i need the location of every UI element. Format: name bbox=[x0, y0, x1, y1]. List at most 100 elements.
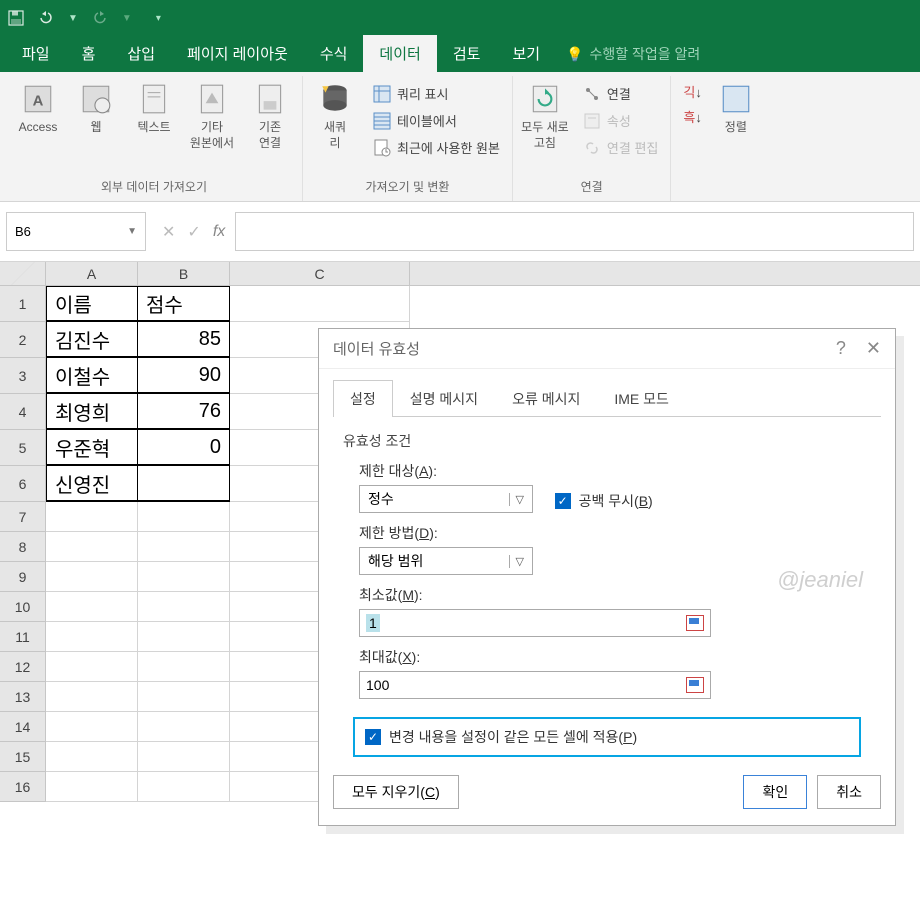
tab-home[interactable]: 홈 bbox=[66, 35, 112, 72]
clear-all-button[interactable]: 모두 지우기(C) bbox=[333, 775, 459, 809]
row-header-16[interactable]: 16 bbox=[0, 772, 46, 802]
sort-desc-button[interactable]: 흑↓ bbox=[683, 107, 701, 126]
recent-sources-button[interactable]: 최근에 사용한 원본 bbox=[369, 136, 504, 159]
cell-A14[interactable] bbox=[46, 712, 138, 742]
cell-A12[interactable] bbox=[46, 652, 138, 682]
col-header-B[interactable]: B bbox=[138, 262, 230, 285]
cell-A13[interactable] bbox=[46, 682, 138, 712]
row-header-13[interactable]: 13 bbox=[0, 682, 46, 712]
dialog-titlebar[interactable]: 데이터 유효성 ? ✕ bbox=[319, 329, 895, 369]
name-box[interactable]: B6 ▼ bbox=[6, 212, 146, 251]
cell-B15[interactable] bbox=[138, 742, 230, 772]
cell-B8[interactable] bbox=[138, 532, 230, 562]
dialog-close-icon[interactable]: ✕ bbox=[866, 338, 881, 359]
fx-icon[interactable]: fx bbox=[213, 223, 225, 241]
existing-conn-button[interactable]: 기존 연결 bbox=[246, 82, 294, 151]
undo-dropdown-icon[interactable]: ▼ bbox=[68, 13, 78, 24]
apply-all-checkbox[interactable]: ✓ 변경 내용을 설정이 같은 모든 셀에 적용(P) bbox=[365, 727, 637, 747]
tab-review[interactable]: 검토 bbox=[437, 35, 497, 72]
row-header-4[interactable]: 4 bbox=[0, 394, 46, 430]
cell-B6[interactable] bbox=[138, 466, 230, 502]
cell-B3[interactable]: 90 bbox=[138, 358, 230, 394]
range-picker-icon[interactable] bbox=[686, 615, 704, 631]
dialog-tab-ime[interactable]: IME 모드 bbox=[597, 380, 686, 417]
cell-B13[interactable] bbox=[138, 682, 230, 712]
min-input[interactable]: 1 bbox=[359, 609, 711, 637]
row-header-3[interactable]: 3 bbox=[0, 358, 46, 394]
from-web-button[interactable]: 웹 bbox=[72, 82, 120, 136]
redo-icon[interactable] bbox=[92, 10, 108, 26]
cell-B1[interactable]: 점수 bbox=[138, 286, 230, 322]
ok-button[interactable]: 확인 bbox=[743, 775, 807, 809]
cell-B11[interactable] bbox=[138, 622, 230, 652]
cell-B5[interactable]: 0 bbox=[138, 430, 230, 466]
dialog-help-icon[interactable]: ? bbox=[836, 338, 846, 359]
cell-B2[interactable]: 85 bbox=[138, 322, 230, 358]
row-header-11[interactable]: 11 bbox=[0, 622, 46, 652]
new-query-button[interactable]: 새쿼 리 bbox=[311, 82, 359, 151]
dialog-tab-settings[interactable]: 설정 bbox=[333, 380, 393, 417]
tab-file[interactable]: 파일 bbox=[6, 35, 66, 72]
sort-button[interactable]: 정렬 bbox=[712, 82, 760, 136]
cell-A2[interactable]: 김진수 bbox=[46, 322, 138, 358]
row-header-1[interactable]: 1 bbox=[0, 286, 46, 322]
qat-customize-icon[interactable]: ▾ bbox=[156, 13, 161, 24]
cell-A11[interactable] bbox=[46, 622, 138, 652]
cell-B14[interactable] bbox=[138, 712, 230, 742]
show-queries-button[interactable]: 쿼리 표시 bbox=[369, 82, 504, 105]
cell-A16[interactable] bbox=[46, 772, 138, 802]
edit-links-button[interactable]: 연결 편집 bbox=[579, 136, 662, 159]
from-other-button[interactable]: 기타 원본에서 bbox=[188, 82, 236, 151]
row-header-12[interactable]: 12 bbox=[0, 652, 46, 682]
dialog-tab-input-msg[interactable]: 설명 메시지 bbox=[393, 380, 495, 417]
row-header-6[interactable]: 6 bbox=[0, 466, 46, 502]
redo-dropdown-icon[interactable]: ▼ bbox=[122, 13, 132, 24]
tab-data[interactable]: 데이터 bbox=[363, 35, 436, 72]
cell-B9[interactable] bbox=[138, 562, 230, 592]
cancel-button[interactable]: 취소 bbox=[817, 775, 881, 809]
cell-B16[interactable] bbox=[138, 772, 230, 802]
from-table-button[interactable]: 테이블에서 bbox=[369, 109, 504, 132]
tab-insert[interactable]: 삽입 bbox=[111, 35, 171, 72]
tell-me[interactable]: 💡 수행할 작업을 알려 bbox=[556, 36, 710, 72]
allow-select[interactable]: 정수 ▽ bbox=[359, 485, 533, 513]
undo-icon[interactable] bbox=[38, 10, 54, 26]
tab-formulas[interactable]: 수식 bbox=[304, 35, 364, 72]
range-picker-icon[interactable] bbox=[686, 677, 704, 693]
cell-A5[interactable]: 우준혁 bbox=[46, 430, 138, 466]
row-header-8[interactable]: 8 bbox=[0, 532, 46, 562]
max-input[interactable]: 100 bbox=[359, 671, 711, 699]
cell-A10[interactable] bbox=[46, 592, 138, 622]
cell-B12[interactable] bbox=[138, 652, 230, 682]
enter-formula-icon[interactable]: ✓ bbox=[187, 222, 200, 242]
refresh-all-button[interactable]: 모두 새로 고침 bbox=[521, 82, 569, 151]
save-icon[interactable] bbox=[8, 10, 24, 26]
ignore-blank-checkbox[interactable]: ✓ 공백 무시(B) bbox=[555, 491, 653, 511]
cell-A15[interactable] bbox=[46, 742, 138, 772]
connections-button[interactable]: 연결 bbox=[579, 82, 662, 105]
cell-A3[interactable]: 이철수 bbox=[46, 358, 138, 394]
tab-view[interactable]: 보기 bbox=[496, 35, 556, 72]
select-all-corner[interactable] bbox=[0, 262, 46, 285]
cell-B4[interactable]: 76 bbox=[138, 394, 230, 430]
cell-A1[interactable]: 이름 bbox=[46, 286, 138, 322]
formula-bar[interactable] bbox=[235, 212, 914, 251]
from-access-button[interactable]: A Access bbox=[14, 82, 62, 136]
row-header-7[interactable]: 7 bbox=[0, 502, 46, 532]
cell-A4[interactable]: 최영희 bbox=[46, 394, 138, 430]
cancel-formula-icon[interactable]: ✕ bbox=[162, 222, 175, 242]
from-text-button[interactable]: 텍스트 bbox=[130, 82, 178, 136]
row-header-2[interactable]: 2 bbox=[0, 322, 46, 358]
row-header-14[interactable]: 14 bbox=[0, 712, 46, 742]
dialog-tab-error-msg[interactable]: 오류 메시지 bbox=[495, 380, 597, 417]
cell-A9[interactable] bbox=[46, 562, 138, 592]
cell-A8[interactable] bbox=[46, 532, 138, 562]
data-select[interactable]: 해당 범위 ▽ bbox=[359, 547, 533, 575]
cell-C1[interactable] bbox=[230, 286, 410, 322]
row-header-10[interactable]: 10 bbox=[0, 592, 46, 622]
cell-B10[interactable] bbox=[138, 592, 230, 622]
sort-asc-button[interactable]: 긱↓ bbox=[683, 82, 701, 101]
name-box-dropdown-icon[interactable]: ▼ bbox=[127, 226, 137, 237]
tab-page-layout[interactable]: 페이지 레이아웃 bbox=[171, 35, 304, 72]
row-header-9[interactable]: 9 bbox=[0, 562, 46, 592]
